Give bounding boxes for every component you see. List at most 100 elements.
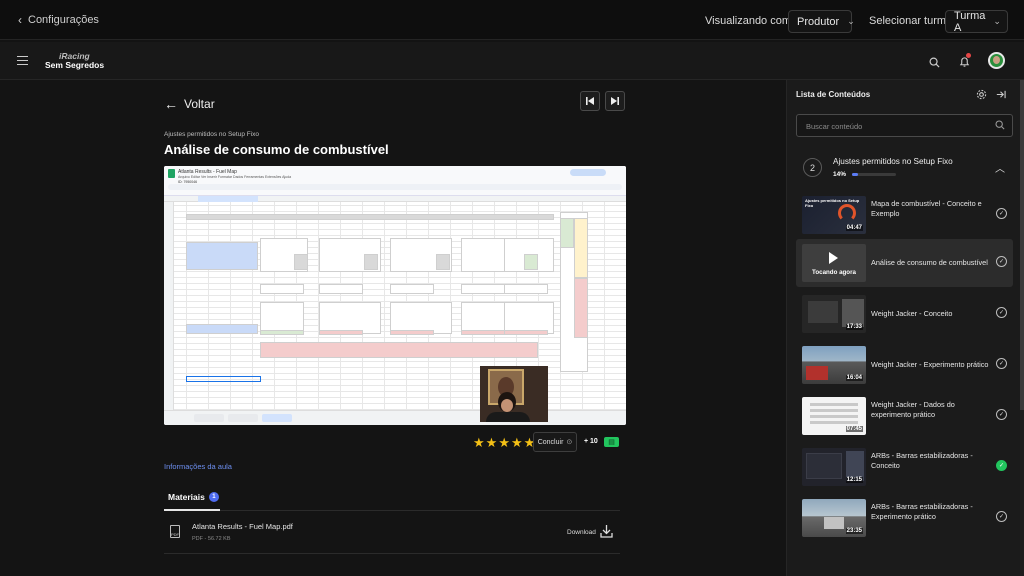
sheet-tab (194, 414, 224, 422)
data-row-graphic (810, 415, 858, 418)
completed-check-icon[interactable]: ✓ (996, 460, 1007, 471)
search-input[interactable]: Buscar conteúdo (806, 122, 862, 131)
sheet-green-row (260, 330, 304, 335)
file-name: Atlanta Results - Fuel Map.pdf (192, 522, 293, 531)
lesson-thumbnail: 23:35 (802, 499, 866, 537)
sheet-tabs-bar (164, 410, 626, 425)
back-to-settings-label: Configurações (28, 14, 99, 26)
now-playing-label: Tocando agora (812, 269, 856, 276)
check-circle-icon[interactable]: ✓ (996, 511, 1007, 522)
sheet-lap-column-green (560, 218, 574, 248)
download-icon[interactable] (600, 524, 613, 538)
spreadsheet-header: Atlanta Results - Fuel Map Arquivo Edita… (164, 166, 626, 196)
list-item[interactable]: 07:45 Weight Jacker - Dados do experimen… (796, 392, 1013, 440)
module-title: Ajustes permitidos no Setup Fixo (833, 157, 953, 166)
module-progress-fill (852, 173, 859, 176)
lesson-title: ARBs - Barras estabilizadoras - Conceito (871, 451, 973, 470)
next-lesson-button[interactable] (605, 91, 625, 111)
lesson-thumbnail: Tocando agora (802, 244, 866, 282)
content-search[interactable]: Buscar conteúdo (796, 114, 1013, 137)
complete-lesson-button[interactable]: Concluir ⊙ (533, 432, 577, 452)
sheet-title-band (186, 214, 554, 220)
avatar[interactable] (988, 52, 1005, 69)
tab-materials[interactable]: Materiais 1 (168, 492, 219, 502)
row-header (164, 202, 174, 410)
lesson-title: ARBs - Barras estabilizadoras - Experime… (871, 502, 973, 521)
sheet-tab-active (262, 414, 292, 422)
data-row-graphic (810, 409, 858, 412)
presenter-graphic (842, 299, 864, 327)
lesson-title: Weight Jacker - Conceito (871, 309, 953, 318)
chevron-down-icon: ⌄ (847, 16, 855, 26)
play-icon (829, 252, 838, 264)
data-row-graphic (810, 403, 858, 406)
slide-graphic (806, 453, 842, 479)
points-label: + 10 (584, 438, 598, 445)
list-item[interactable]: 17:33 Weight Jacker - Conceito ✓ (796, 290, 1013, 338)
collapse-sidebar-icon[interactable] (994, 88, 1006, 100)
lesson-title: Weight Jacker - Experimento prático (871, 360, 989, 369)
lesson-info-link[interactable]: Informações da aula (164, 462, 232, 471)
breadcrumb: Ajustes permitidos no Setup Fixo (164, 131, 260, 138)
check-circle-icon[interactable]: ✓ (996, 256, 1007, 267)
video-player[interactable]: Atlanta Results - Fuel Map Arquivo Edita… (164, 166, 626, 425)
back-button[interactable]: ← Voltar (164, 96, 215, 112)
download-label[interactable]: Download (567, 529, 596, 536)
star-icon[interactable]: ★ (473, 436, 485, 449)
check-circle-icon[interactable]: ✓ (996, 307, 1007, 318)
data-row-graphic (810, 421, 858, 424)
menu-icon[interactable] (17, 56, 28, 65)
material-file-row[interactable]: PDF Atlanta Results - Fuel Map.pdf PDF -… (164, 516, 620, 554)
sheet-block-laps (186, 242, 258, 270)
list-item[interactable]: 16:04 Weight Jacker - Experimento prátic… (796, 341, 1013, 389)
lesson-thumbnail: 16:04 (802, 346, 866, 384)
materials-count-badge: 1 (208, 492, 219, 502)
slide-graphic (808, 301, 838, 323)
select-class-dropdown[interactable]: Turma A ⌄ (945, 10, 1008, 34)
thumbnail-text: Ajustes permitidos no Setup Fixo (805, 198, 860, 208)
list-item[interactable]: 23:35 ARBs - Barras estabilizadoras - Ex… (796, 494, 1013, 542)
fuel-gauge-graphic (838, 204, 856, 222)
list-item-active[interactable]: Tocando agora Análise de consumo de comb… (796, 239, 1013, 287)
logo-line2: Sem Segredos (45, 60, 105, 70)
module-progress-bar (852, 173, 896, 176)
sheet-fuel-box (260, 284, 304, 294)
view-as-select[interactable]: Produtor ⌄ (788, 10, 855, 33)
file-meta: PDF - 56.72 KB (192, 536, 231, 542)
sheet-red-row (319, 330, 363, 335)
spreadsheet-toolbar (168, 184, 622, 190)
sheet-cells (364, 254, 378, 270)
active-tab-indicator (164, 509, 220, 511)
star-icon[interactable]: ★ (486, 436, 498, 449)
check-circle-icon: ⊙ (566, 439, 573, 446)
lesson-thumbnail: 12:15 (802, 448, 866, 486)
sheet-cells (294, 254, 308, 270)
chevron-up-icon[interactable]: ︿ (995, 160, 1005, 175)
brand-logo[interactable]: iRacing Sem Segredos (45, 52, 104, 70)
star-icon[interactable]: ★ (511, 436, 523, 449)
back-to-settings-link[interactable]: ‹ Configurações (18, 13, 99, 27)
rating-stars[interactable]: ★ ★ ★ ★ ★ (473, 436, 535, 449)
check-circle-icon[interactable]: ✓ (996, 358, 1007, 369)
sheet-fuel-column-red (574, 278, 588, 338)
lesson-title: Análise de consumo de combustível (871, 258, 988, 267)
sheet-cells (436, 254, 450, 270)
duration: 12:15 (845, 477, 863, 483)
sheet-tab (228, 414, 258, 422)
module-header[interactable]: 2 Ajustes permitidos no Setup Fixo 14% ︿ (796, 146, 1013, 186)
lesson-thumbnail: 07:45 (802, 397, 866, 435)
star-icon[interactable]: ★ (498, 436, 510, 449)
selected-cell (186, 376, 261, 382)
list-item[interactable]: 12:15 ARBs - Barras estabilizadoras - Co… (796, 443, 1013, 491)
presenter-face (501, 399, 513, 412)
previous-lesson-button[interactable] (580, 91, 600, 111)
page-scrollbar[interactable] (1020, 80, 1024, 576)
gear-icon[interactable] (975, 88, 987, 100)
check-circle-icon[interactable]: ✓ (996, 409, 1007, 420)
list-item[interactable]: Ajustes permitidos no Setup Fixo 04:47 M… (796, 191, 1013, 239)
check-circle-icon[interactable]: ✓ (996, 208, 1007, 219)
search-icon[interactable] (926, 54, 942, 70)
module-progress-label: 14% (833, 171, 847, 178)
view-as-value: Produtor (797, 15, 840, 28)
sheet-note-band (260, 342, 538, 358)
